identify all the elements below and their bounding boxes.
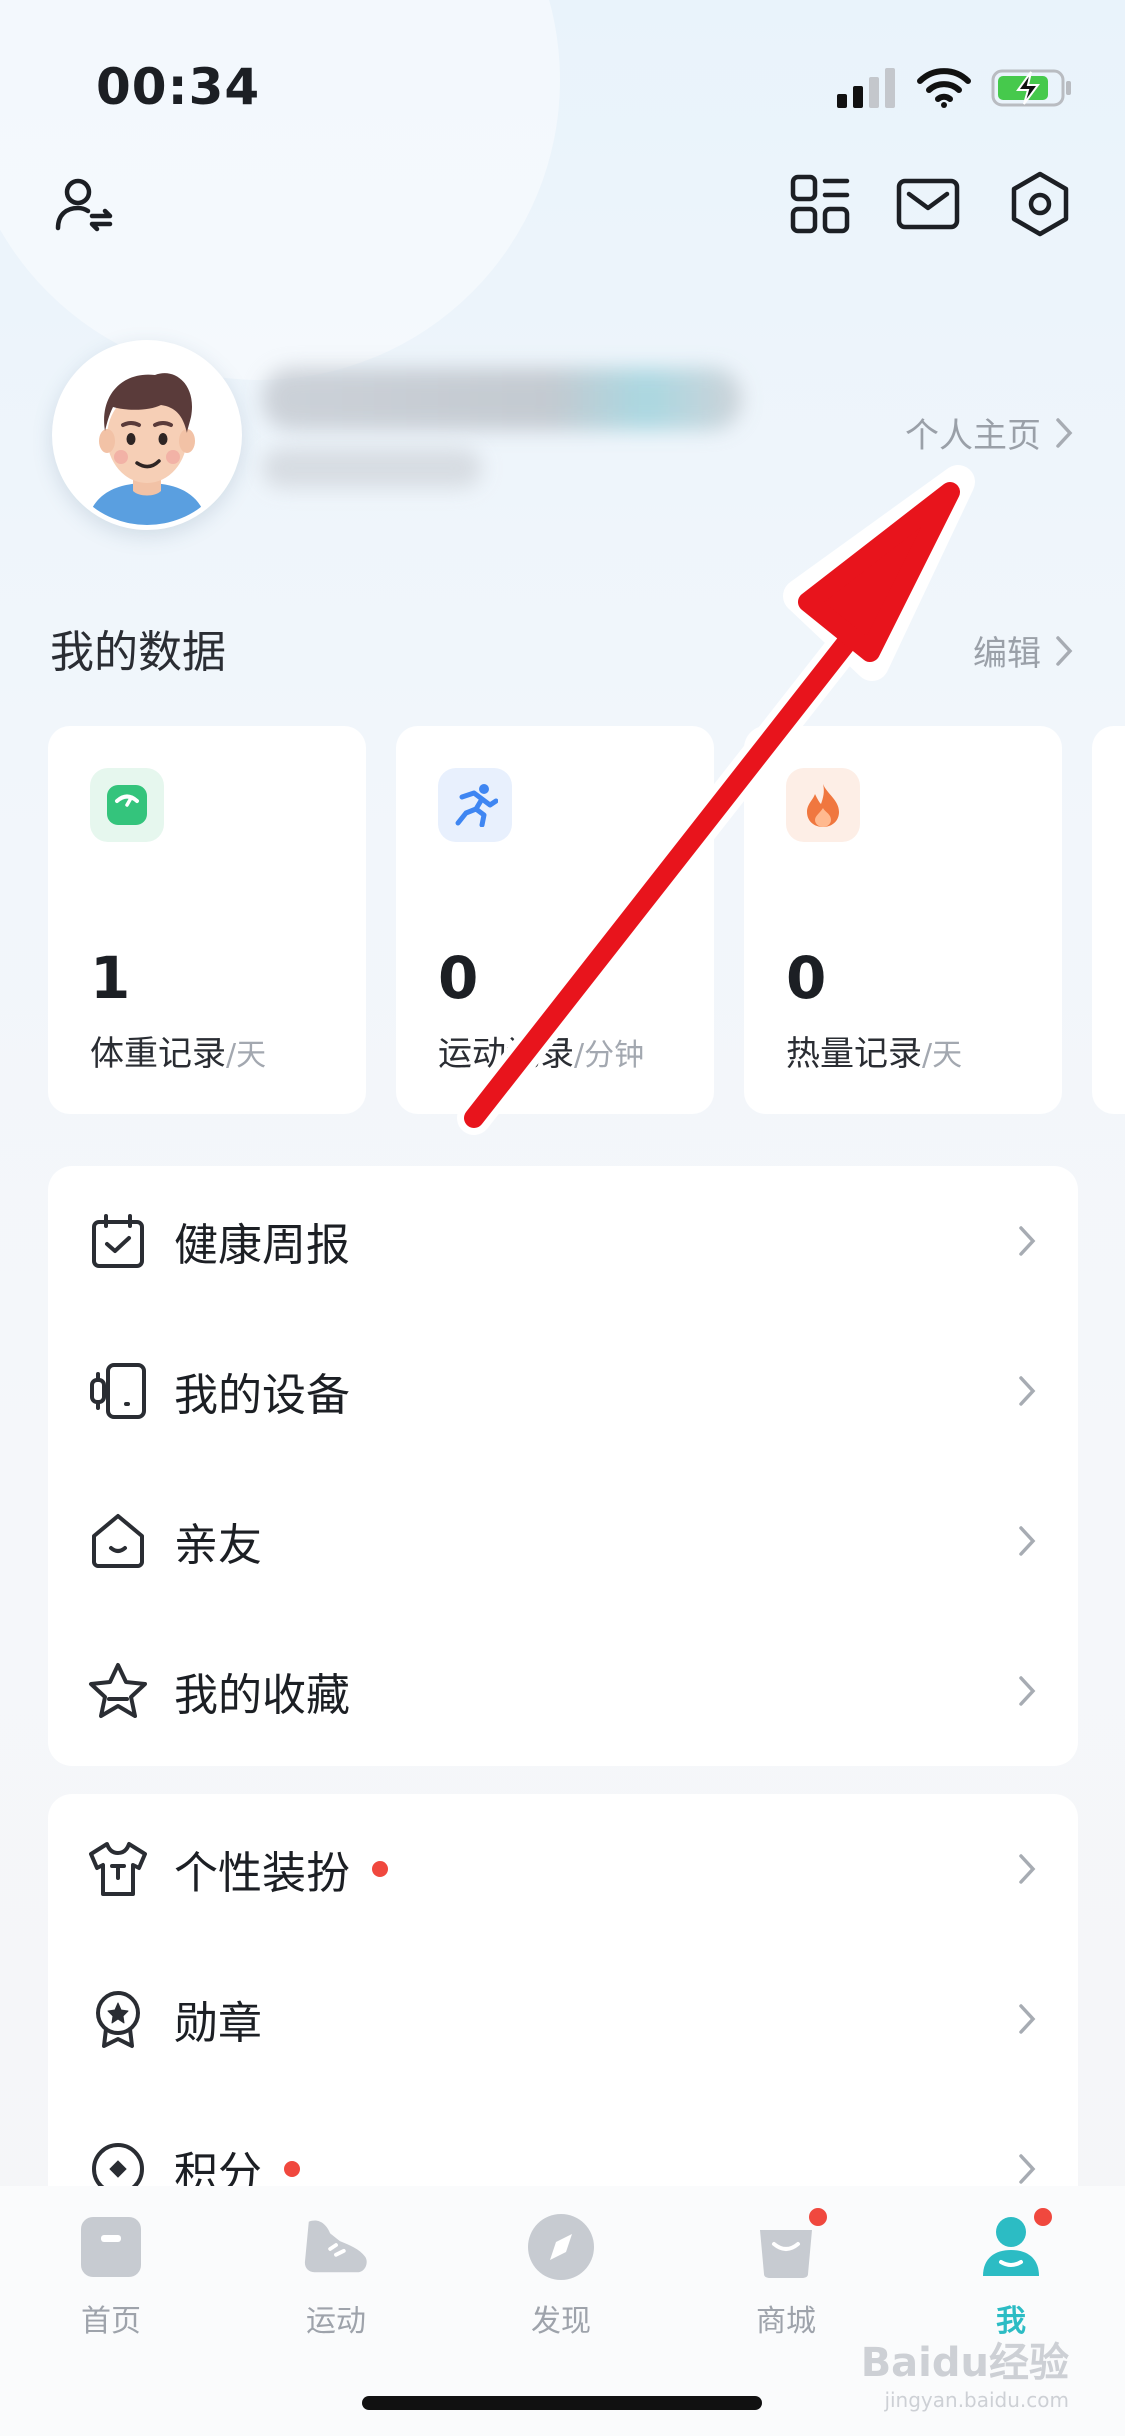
user-id-blurred bbox=[262, 448, 482, 488]
card-value: 0 bbox=[438, 944, 479, 1012]
menu-label: 勋章 bbox=[174, 1998, 262, 2049]
medal-icon bbox=[86, 1987, 150, 2051]
chevron-right-icon bbox=[1019, 1226, 1036, 1256]
menu-label: 亲友 bbox=[174, 1520, 262, 1571]
data-cards: 1 体重记录/天 0 运动记录/分钟 0 热量记录/天 bbox=[48, 726, 1125, 1114]
tab-badge-dot bbox=[807, 2206, 829, 2228]
partial-card bbox=[1092, 726, 1125, 1114]
menu-item-my-devices[interactable]: 我的设备 bbox=[48, 1316, 1078, 1466]
menu-item-medals[interactable]: 勋章 bbox=[48, 1944, 1078, 2094]
tab-label: 运动 bbox=[306, 2304, 366, 2339]
calorie-record-card[interactable]: 0 热量记录/天 bbox=[744, 726, 1062, 1114]
menu-label: 我的设备 bbox=[174, 1370, 350, 1421]
bag-tab-icon bbox=[751, 2206, 829, 2282]
chevron-right-icon bbox=[1019, 1526, 1036, 1556]
personal-homepage-link[interactable]: 个人主页 bbox=[905, 408, 1073, 457]
calendar-check-icon bbox=[86, 1209, 150, 1273]
chevron-right-icon bbox=[1056, 635, 1073, 666]
wifi-icon bbox=[917, 68, 971, 108]
tab-mall[interactable]: 商城 bbox=[711, 2206, 861, 2352]
battery-charging-icon bbox=[991, 69, 1071, 107]
card-value: 1 bbox=[90, 944, 131, 1012]
new-dot-badge bbox=[372, 1861, 388, 1877]
menu-item-personalize[interactable]: 个性装扮 bbox=[48, 1794, 1078, 1944]
home-tab-icon bbox=[76, 2212, 146, 2282]
card-label: 热量记录/天 bbox=[786, 1034, 963, 1074]
scale-icon bbox=[90, 768, 164, 842]
menu-label: 个性装扮 bbox=[174, 1837, 388, 1901]
menu-label: 我的收藏 bbox=[174, 1670, 350, 1721]
chevron-right-icon bbox=[1019, 1376, 1036, 1406]
tab-sports[interactable]: 运动 bbox=[261, 2212, 411, 2352]
flame-icon bbox=[786, 768, 860, 842]
status-icons bbox=[837, 66, 1073, 110]
menu-group-main: 健康周报 我的设备 亲友 我的收藏 bbox=[48, 1166, 1078, 1766]
star-icon bbox=[86, 1659, 150, 1723]
card-label: 运动记录/分钟 bbox=[438, 1034, 645, 1074]
tab-label: 发现 bbox=[531, 2304, 591, 2339]
weight-record-card[interactable]: 1 体重记录/天 bbox=[48, 726, 366, 1114]
switch-account-icon[interactable] bbox=[48, 168, 120, 240]
device-icon bbox=[86, 1359, 150, 1423]
mail-icon[interactable] bbox=[892, 168, 964, 240]
home-indicator bbox=[362, 2396, 762, 2410]
runner-icon bbox=[438, 768, 512, 842]
personal-homepage-label: 个人主页 bbox=[905, 416, 1041, 456]
settings-icon[interactable] bbox=[1004, 168, 1076, 240]
tab-label: 商城 bbox=[756, 2304, 816, 2339]
tab-badge-dot bbox=[1032, 2206, 1054, 2228]
qr-grid-icon[interactable] bbox=[784, 168, 856, 240]
username-blurred bbox=[262, 368, 742, 430]
user-tab-icon bbox=[976, 2206, 1054, 2282]
menu-item-friends-family[interactable]: 亲友 bbox=[48, 1466, 1078, 1616]
menu-item-favorites[interactable]: 我的收藏 bbox=[48, 1616, 1078, 1766]
card-value: 0 bbox=[786, 944, 827, 1012]
chevron-right-icon bbox=[1019, 1676, 1036, 1706]
compass-tab-icon bbox=[526, 2212, 596, 2282]
card-label: 体重记录/天 bbox=[90, 1034, 267, 1074]
avatar[interactable] bbox=[52, 340, 242, 530]
exercise-record-card[interactable]: 0 运动记录/分钟 bbox=[396, 726, 714, 1114]
watermark: Baidu经验 jingyan.baidu.com bbox=[860, 2340, 1069, 2412]
menu-label: 健康周报 bbox=[174, 1220, 350, 1271]
chevron-right-icon bbox=[1056, 417, 1073, 448]
menu-item-health-report[interactable]: 健康周报 bbox=[48, 1166, 1078, 1316]
my-data-title: 我的数据 bbox=[50, 627, 226, 678]
tab-label: 首页 bbox=[81, 2304, 141, 2339]
signal-icon bbox=[837, 68, 895, 108]
status-time: 00:34 bbox=[96, 58, 261, 116]
menu-group-extras: 个性装扮 勋章 积分 bbox=[48, 1794, 1078, 2214]
edit-link[interactable]: 编辑 bbox=[973, 626, 1073, 675]
home-smile-icon bbox=[86, 1509, 150, 1573]
edit-label: 编辑 bbox=[973, 634, 1041, 674]
new-dot-badge bbox=[284, 2161, 300, 2177]
chevron-right-icon bbox=[1019, 2004, 1036, 2034]
chevron-right-icon bbox=[1019, 2154, 1036, 2184]
tshirt-icon bbox=[86, 1837, 150, 1901]
tab-home[interactable]: 首页 bbox=[36, 2212, 186, 2352]
shoe-tab-icon bbox=[301, 2212, 371, 2282]
tab-discover[interactable]: 发现 bbox=[486, 2212, 636, 2352]
chevron-right-icon bbox=[1019, 1854, 1036, 1884]
